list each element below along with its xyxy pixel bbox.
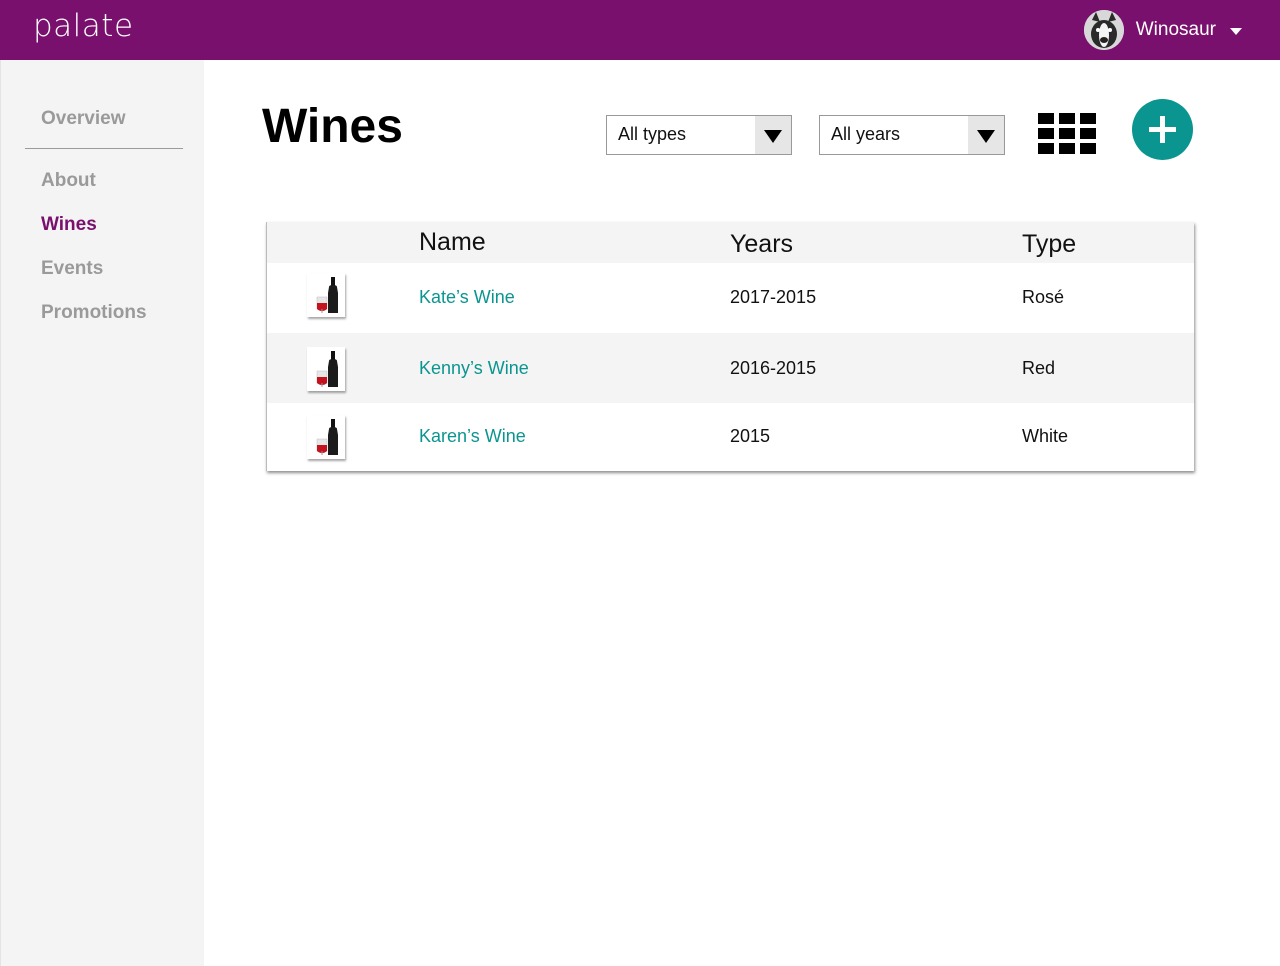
column-header-name[interactable]: Name (419, 228, 486, 257)
sidebar-divider (25, 148, 183, 149)
type-filter-select[interactable]: All types (606, 115, 792, 155)
wine-years: 2017-2015 (730, 287, 817, 307)
table-row[interactable]: Kate’s Wine 2017-2015 Rosé (267, 263, 1194, 333)
wine-type: Rosé (1022, 287, 1065, 307)
sidebar-item-overview[interactable]: Overview (41, 108, 126, 130)
sidebar-item-wines[interactable]: Wines (41, 214, 97, 236)
dropdown-arrow-icon[interactable] (755, 116, 791, 154)
wine-name-link[interactable]: Karen’s Wine (419, 426, 526, 447)
wines-table: Name Years Type Kate’s Wine 2017-2015 Ro… (266, 222, 1194, 471)
dog-avatar-icon[interactable] (1083, 10, 1124, 50)
wine-type: White (1022, 426, 1069, 446)
caret-down-icon[interactable] (1230, 27, 1242, 35)
wine-bottle-icon (307, 415, 345, 459)
top-bar: palate Winosaur (0, 0, 1280, 60)
type-filter-value: All types (618, 124, 687, 144)
sidebar: Overview About Wines Events Promotions (0, 60, 204, 966)
column-header-type[interactable]: Type (1022, 230, 1076, 259)
dropdown-arrow-icon[interactable] (968, 116, 1004, 154)
page-title: Wines (262, 100, 403, 153)
wine-years: 2016-2015 (730, 358, 817, 378)
grid-view-icon[interactable] (1038, 113, 1096, 154)
year-filter-value: All years (831, 124, 901, 144)
sidebar-item-about[interactable]: About (41, 170, 96, 192)
table-row[interactable]: Kenny’s Wine 2016-2015 Red (267, 333, 1194, 403)
sidebar-item-events[interactable]: Events (41, 258, 103, 280)
user-menu[interactable]: Winosaur (1083, 10, 1242, 50)
table-header: Name Years Type (267, 222, 1194, 263)
wine-name-link[interactable]: Kate’s Wine (419, 287, 515, 308)
wine-name-link[interactable]: Kenny’s Wine (419, 358, 529, 379)
app-logo[interactable]: palate (33, 8, 134, 44)
column-header-years[interactable]: Years (730, 230, 793, 259)
wine-years: 2015 (730, 426, 771, 446)
username[interactable]: Winosaur (1136, 19, 1216, 41)
add-wine-button[interactable] (1132, 99, 1193, 160)
wine-bottle-icon (307, 273, 345, 317)
year-filter-select[interactable]: All years (819, 115, 1005, 155)
table-row[interactable]: Karen’s Wine 2015 White (267, 403, 1194, 471)
wine-bottle-icon (307, 347, 345, 391)
sidebar-item-promotions[interactable]: Promotions (41, 302, 147, 324)
wine-type: Red (1022, 358, 1056, 378)
